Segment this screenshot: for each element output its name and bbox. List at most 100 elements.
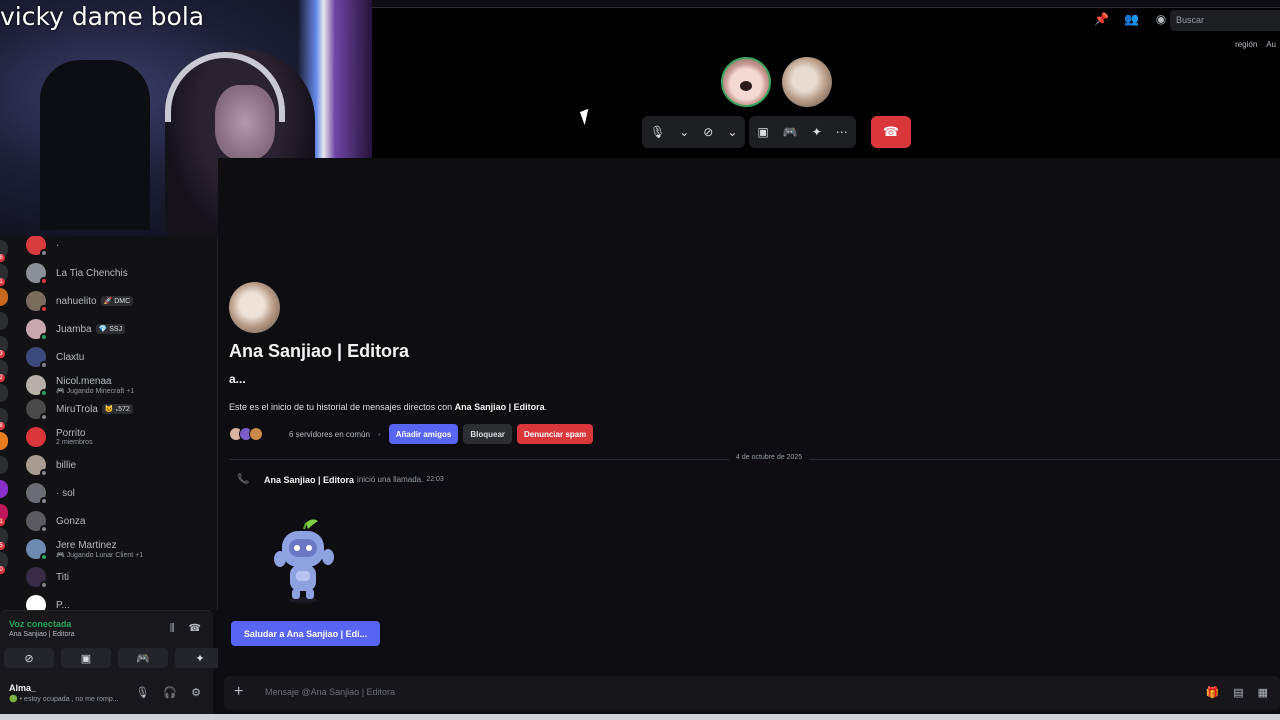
server-list: 6 1 3 2 8 1 5 0 bbox=[0, 236, 18, 610]
chevron-down-icon[interactable]: ⌄ bbox=[727, 125, 737, 139]
server-icon[interactable] bbox=[0, 288, 8, 306]
mic-camera-group: 🎙 ⌄ ⊘ ⌄ bbox=[642, 116, 746, 148]
profile-avatar[interactable] bbox=[229, 282, 280, 333]
dm-list-item[interactable]: Claxtu bbox=[26, 344, 211, 370]
server-icon[interactable]: 2 bbox=[0, 360, 8, 382]
server-icon[interactable] bbox=[0, 312, 8, 330]
screen-share-icon[interactable]: ▣ bbox=[757, 125, 768, 139]
dm-user-name: Nicol.menaa bbox=[56, 376, 134, 387]
message-timestamp[interactable]: 22:03 bbox=[426, 476, 444, 483]
add-attachment-icon[interactable]: + bbox=[234, 684, 243, 700]
server-icon[interactable]: 5 bbox=[0, 528, 8, 550]
chevron-down-icon[interactable]: ⌄ bbox=[679, 125, 689, 139]
microphone-icon[interactable]: 🎙 bbox=[135, 686, 149, 699]
server-icon[interactable]: 1 bbox=[0, 504, 8, 526]
noise-suppression-icon[interactable]: ⫼ bbox=[170, 623, 175, 634]
dm-names: · bbox=[56, 240, 59, 251]
presence-status-dot bbox=[40, 305, 48, 313]
dm-names: Porrito 2 miembros bbox=[56, 428, 93, 446]
chat-area bbox=[218, 158, 1280, 676]
wave-to-user-button[interactable]: Saludar a Ana Sanjiao | Edi... bbox=[231, 621, 380, 646]
block-button[interactable]: Bloquear bbox=[463, 424, 512, 444]
gamepad-icon[interactable]: 🎮 bbox=[783, 125, 798, 139]
dm-user-name: nahuelito 🚀 DMC bbox=[56, 296, 134, 307]
sticker-icon[interactable]: ▦ bbox=[1258, 686, 1268, 699]
dm-list-item[interactable]: nahuelito 🚀 DMC bbox=[26, 288, 211, 314]
dm-list-item[interactable]: · sol bbox=[26, 480, 211, 506]
user-avatar bbox=[26, 483, 48, 505]
dm-list-item[interactable]: Porrito 2 miembros bbox=[26, 424, 211, 450]
disconnect-icon[interactable]: ☎ bbox=[189, 623, 201, 634]
server-icon[interactable]: 1 bbox=[0, 264, 8, 286]
user-avatar bbox=[26, 263, 48, 285]
dm-name-text: Juamba bbox=[56, 323, 92, 335]
presence-status-dot bbox=[40, 333, 48, 341]
message-author[interactable]: Ana Sanjiao | Editora bbox=[264, 475, 354, 485]
dm-list-item[interactable]: Nicol.menaa 🎮 Jugando Minecraft +1 bbox=[26, 372, 211, 398]
server-icon[interactable] bbox=[0, 456, 8, 474]
server-icon[interactable] bbox=[0, 384, 8, 402]
dm-list-item[interactable]: Titi bbox=[26, 564, 211, 590]
profile-display-name: Ana Sanjiao | Editora bbox=[229, 341, 410, 361]
dm-list-item[interactable]: MiruTrola 🐱 ₛ572 bbox=[26, 396, 211, 422]
dm-list-item[interactable]: · bbox=[26, 236, 211, 258]
user-profile-icon[interactable]: ◉ bbox=[1154, 12, 1168, 26]
soundboard-icon[interactable]: ✦ bbox=[812, 125, 822, 139]
separator-dot: • bbox=[377, 429, 381, 439]
wumpus-wave-sticker bbox=[274, 519, 334, 603]
search-input[interactable]: Buscar bbox=[1170, 10, 1280, 31]
direct-messages-list: · La Tia Chenchis nahuelito 🚀 DMC Juamba 💎 SS… bbox=[18, 236, 218, 610]
voice-channel-name[interactable]: Ana Sanjiao | Editora bbox=[9, 631, 75, 638]
username[interactable]: Alma_ bbox=[9, 683, 36, 693]
user-avatar bbox=[26, 595, 46, 610]
screen-share-button[interactable]: ▣ bbox=[61, 648, 111, 668]
dm-list-item[interactable]: P... bbox=[26, 592, 211, 610]
gamepad-icon: 🎮 bbox=[136, 652, 150, 665]
dm-names: nahuelito 🚀 DMC bbox=[56, 296, 134, 307]
report-spam-button[interactable]: Denunciar spam bbox=[517, 424, 594, 444]
dm-user-name: Claxtu bbox=[56, 352, 84, 363]
dm-list-item[interactable]: Juamba 💎 SSJ bbox=[26, 316, 211, 342]
disconnect-call-button[interactable]: ☎ bbox=[871, 116, 911, 148]
server-icon[interactable] bbox=[0, 480, 8, 498]
dm-name-text: Claxtu bbox=[56, 351, 85, 363]
server-icon[interactable] bbox=[0, 432, 8, 450]
settings-gear-icon[interactable]: ⚙ bbox=[191, 686, 201, 699]
gift-icon[interactable]: 🎁 bbox=[1205, 686, 1219, 699]
dm-list-item[interactable]: Jere Martinez 🎮 Jugando Lunar Client +1 bbox=[26, 536, 211, 562]
dm-names: Gonza bbox=[56, 516, 85, 527]
mutual-server-icon[interactable] bbox=[249, 427, 263, 441]
dm-intro-text: Este es el inicio de tu historial de men… bbox=[229, 402, 548, 412]
activity-button[interactable]: 🎮 bbox=[118, 648, 168, 668]
dm-user-name: MiruTrola 🐱 ₛ572 bbox=[56, 404, 133, 415]
dm-name-text: · bbox=[56, 239, 60, 251]
server-icon[interactable]: 0 bbox=[0, 552, 8, 574]
message-input[interactable]: Mensaje @Ana Sanjiao | Editora bbox=[265, 687, 395, 697]
camera-off-icon[interactable]: ⊘ bbox=[703, 125, 713, 139]
add-friend-button[interactable]: Añadir amigos bbox=[388, 424, 459, 444]
dm-list-item[interactable]: Gonza bbox=[26, 508, 211, 534]
server-icon[interactable]: 8 bbox=[0, 408, 8, 430]
dm-list-item[interactable]: La Tia Chenchis bbox=[26, 260, 211, 286]
dm-user-name: Gonza bbox=[56, 516, 85, 527]
dm-name-text: Jere Martinez bbox=[56, 539, 117, 551]
user-avatar bbox=[26, 319, 48, 341]
dm-name-text: Gonza bbox=[56, 515, 86, 527]
more-options-icon[interactable]: ⋯ bbox=[836, 125, 848, 139]
dm-names: Nicol.menaa 🎮 Jugando Minecraft +1 bbox=[56, 376, 134, 395]
server-icon[interactable]: 6 bbox=[0, 240, 8, 262]
headphones-icon[interactable]: 🎧 bbox=[163, 686, 177, 699]
add-friends-to-dm-icon[interactable]: 👥 bbox=[1124, 12, 1139, 26]
pin-icon[interactable]: 📌 bbox=[1094, 12, 1109, 26]
message-composer[interactable]: + Mensaje @Ana Sanjiao | Editora 🎁 ▤ ▦ bbox=[224, 676, 1280, 710]
server-icon[interactable]: 3 bbox=[0, 336, 8, 358]
mutual-servers-link[interactable]: 6 servidores en común bbox=[289, 430, 370, 439]
microphone-icon[interactable]: 🎙 bbox=[650, 125, 665, 139]
dm-name-text: · sol bbox=[56, 487, 75, 499]
camera-toggle-button[interactable]: ⊘ bbox=[4, 648, 54, 668]
gif-icon[interactable]: ▤ bbox=[1233, 686, 1243, 699]
dm-user-name: P... bbox=[56, 600, 70, 611]
call-participant-avatar[interactable] bbox=[782, 57, 832, 107]
call-participant-avatar-speaking[interactable] bbox=[721, 57, 771, 107]
dm-list-item[interactable]: billie bbox=[26, 452, 211, 478]
